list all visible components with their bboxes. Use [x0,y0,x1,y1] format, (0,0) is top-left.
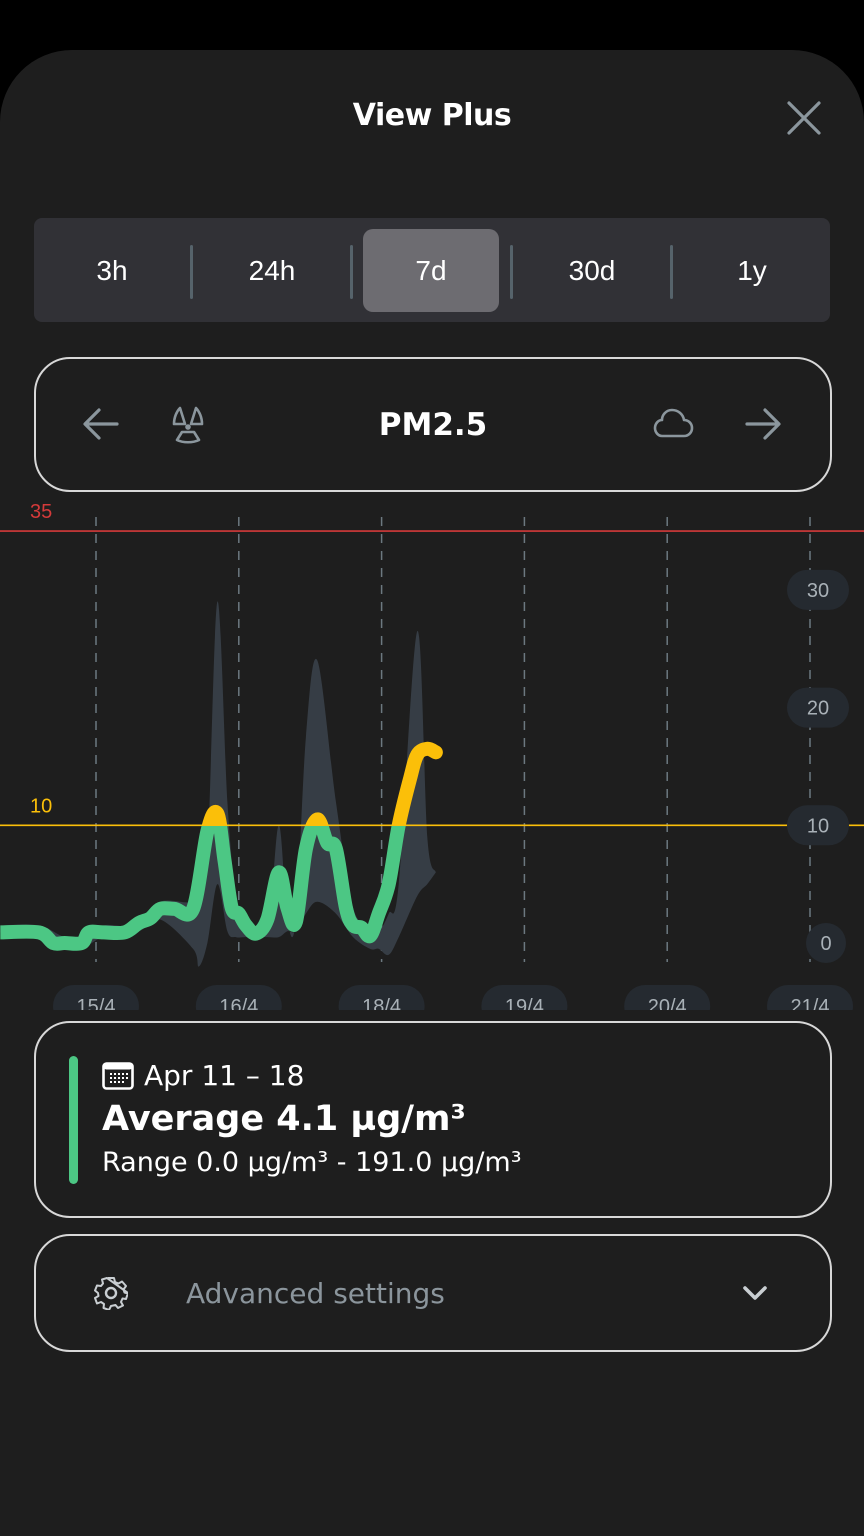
tab-label: 3h [96,254,128,286]
threshold-label-35: 35 [30,501,52,523]
y-tick-label: 10 [807,815,829,837]
advanced-settings-button[interactable]: Advanced settings [34,1234,832,1352]
tab-label: 7d [415,254,447,286]
tab-label: 1y [737,254,767,286]
tab-label: 30d [568,254,616,286]
threshold-label-10: 10 [30,795,52,817]
tab-label: 24h [248,254,296,286]
tab-1y[interactable]: 1y [684,229,820,312]
segment-divider [350,245,353,299]
segment-divider [510,245,513,299]
chevron-down-icon [743,1286,767,1300]
x-tick-label: 15/4 [77,996,116,1010]
range-value: Range 0.0 µg/m³ - 191.0 µg/m³ [102,1147,522,1178]
x-tick-label: 21/4 [791,996,830,1010]
gear-icon [94,1277,128,1310]
x-tick-label: 20/4 [648,996,687,1010]
calendar-icon [102,1061,134,1090]
summary-card: Apr 11 – 18 Average 4.1 µg/m³ Range 0.0 … [34,1021,832,1218]
average-value: Average 4.1 µg/m³ [102,1099,466,1139]
cloud-icon[interactable] [652,407,694,439]
status-color-bar [69,1056,78,1184]
tab-7d[interactable]: 7d [363,229,499,312]
arrow-right-icon[interactable] [744,407,782,441]
tab-24h[interactable]: 24h [204,229,340,312]
segment-divider [670,245,673,299]
date-range-text: Apr 11 – 18 [144,1059,305,1092]
page-title: View Plus [352,98,512,133]
tab-30d[interactable]: 30d [524,229,660,312]
pm25-chart: 35 10 0 10 20 30 15/4 16/4 18/4 19/4 20/4 21/4 [0,501,864,1010]
advanced-settings-label: Advanced settings [186,1276,445,1310]
y-tick-label: 20 [807,698,829,720]
y-tick-label: 30 [807,580,829,602]
time-range-selector: 3h 24h 7d 30d 1y [34,218,830,322]
min-max-range-band [0,601,436,967]
arrow-left-icon[interactable] [82,407,120,441]
x-tick-label: 18/4 [362,996,401,1010]
y-tick-label: 0 [820,933,831,955]
x-tick-label: 16/4 [219,996,258,1010]
x-tick-label: 19/4 [505,996,544,1010]
tab-3h[interactable]: 3h [44,229,180,312]
radiation-icon [172,406,204,444]
close-icon[interactable] [786,100,822,136]
date-range: Apr 11 – 18 [102,1059,304,1092]
segment-divider [190,245,193,299]
